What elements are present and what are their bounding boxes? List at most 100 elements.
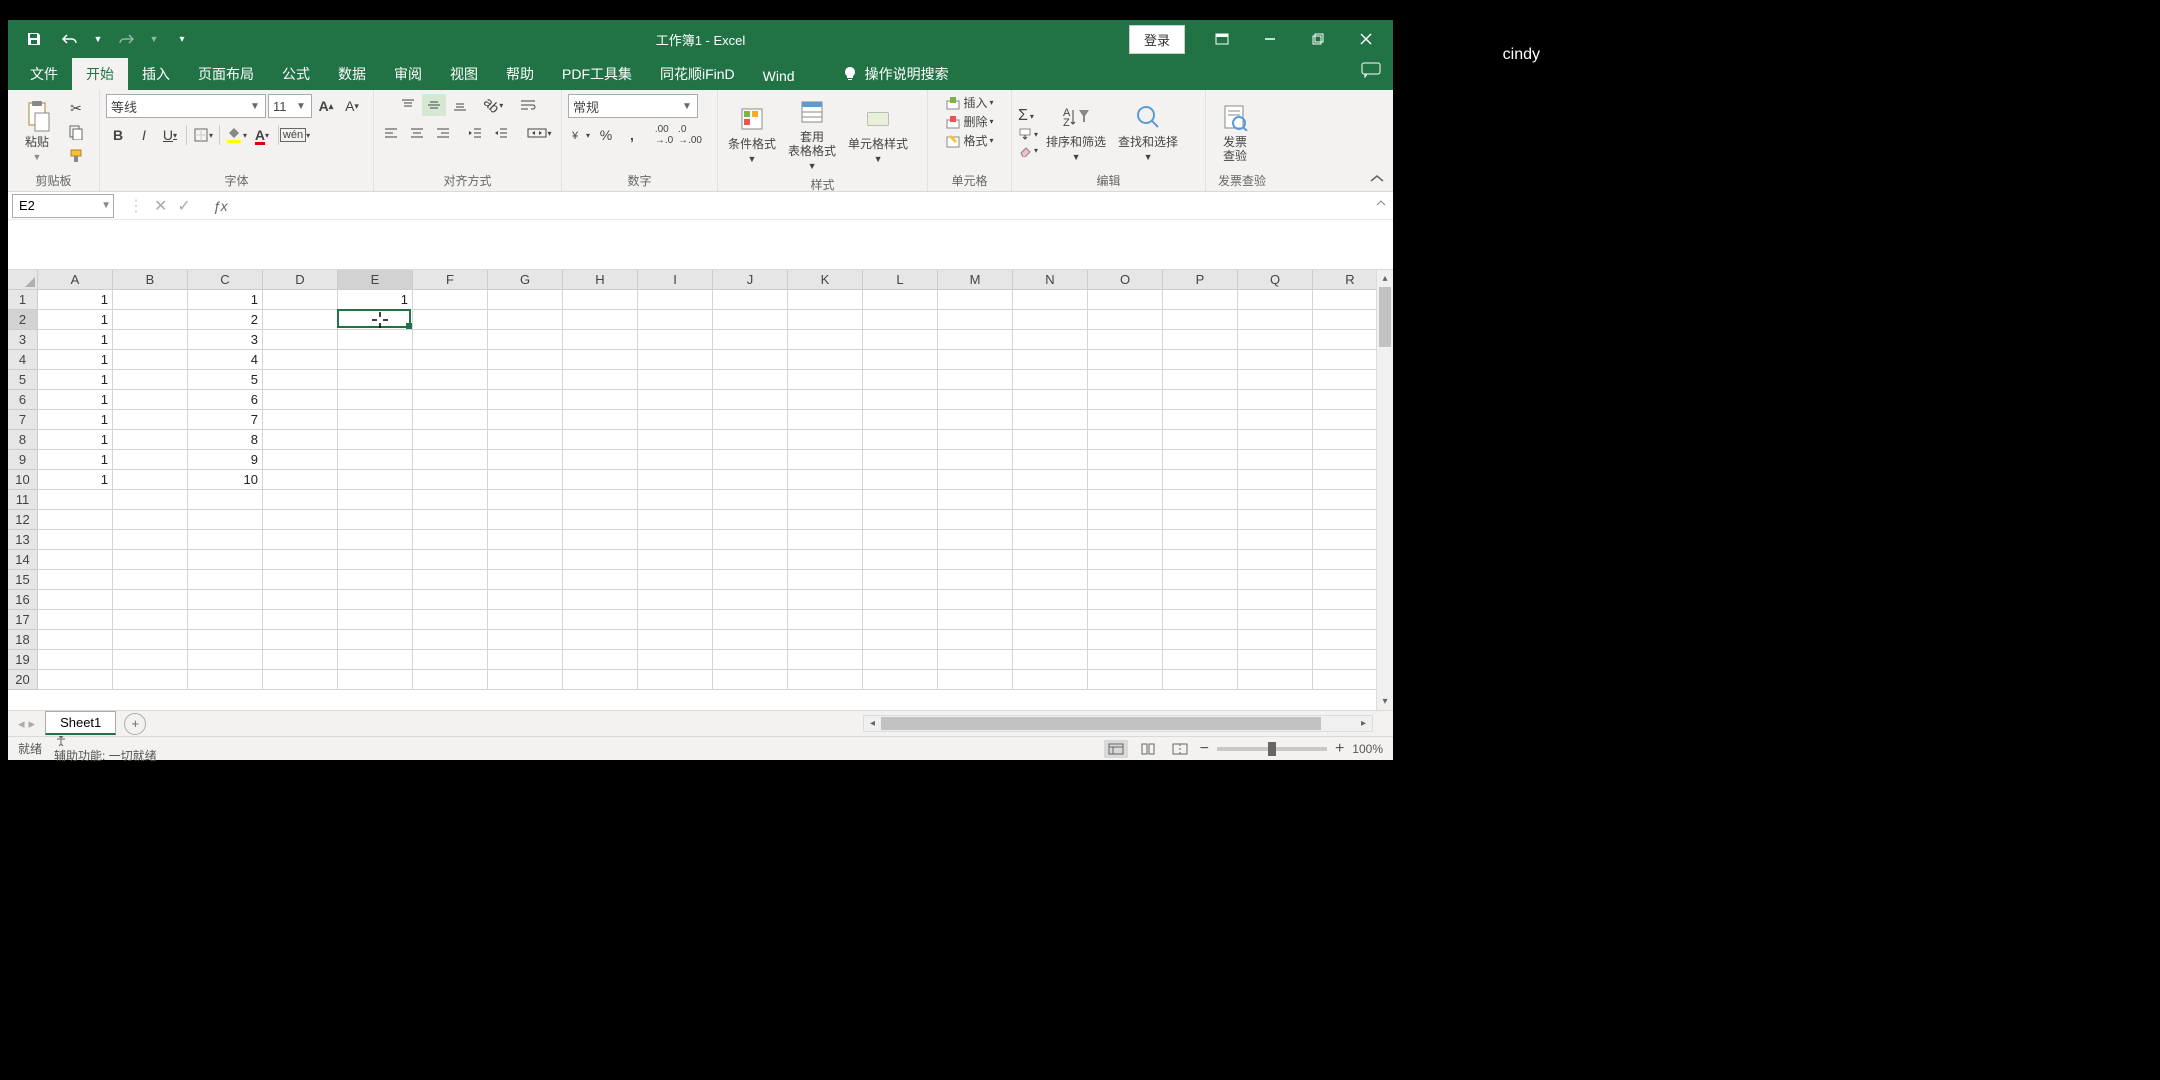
tab-formulas[interactable]: 公式 xyxy=(268,58,324,90)
cell[interactable] xyxy=(1238,530,1313,550)
cell[interactable] xyxy=(863,310,938,330)
cell[interactable] xyxy=(338,630,413,650)
cell[interactable] xyxy=(938,610,1013,630)
cell[interactable] xyxy=(1088,390,1163,410)
cell[interactable] xyxy=(113,610,188,630)
cell[interactable] xyxy=(938,670,1013,690)
italic-button[interactable]: I xyxy=(132,124,156,146)
row-header[interactable]: 5 xyxy=(8,370,38,390)
cell[interactable] xyxy=(863,630,938,650)
cell[interactable] xyxy=(113,470,188,490)
cell[interactable] xyxy=(563,610,638,630)
row-header[interactable]: 18 xyxy=(8,630,38,650)
cell[interactable]: 1 xyxy=(38,310,113,330)
bold-button[interactable]: B xyxy=(106,124,130,146)
orientation-button[interactable]: ab▾ xyxy=(482,94,506,116)
tab-view[interactable]: 视图 xyxy=(436,58,492,90)
cell[interactable] xyxy=(863,670,938,690)
cell-styles-button[interactable]: 单元格样式▼ xyxy=(844,101,912,166)
cell[interactable] xyxy=(1238,450,1313,470)
align-center-button[interactable] xyxy=(405,122,429,144)
expand-formula-bar-button[interactable] xyxy=(1375,198,1387,208)
cell[interactable] xyxy=(488,650,563,670)
enter-formula-button[interactable]: ✓ xyxy=(177,196,190,216)
cell[interactable] xyxy=(638,430,713,450)
column-header[interactable]: F xyxy=(413,270,488,290)
cell[interactable] xyxy=(713,650,788,670)
row-header[interactable]: 9 xyxy=(8,450,38,470)
cell[interactable] xyxy=(863,430,938,450)
cell[interactable]: 1 xyxy=(38,350,113,370)
cell[interactable] xyxy=(1163,450,1238,470)
cell[interactable] xyxy=(1088,670,1163,690)
cell[interactable] xyxy=(263,570,338,590)
cell[interactable] xyxy=(788,310,863,330)
login-button[interactable]: 登录 xyxy=(1129,25,1185,54)
cell[interactable] xyxy=(413,650,488,670)
cell[interactable] xyxy=(113,510,188,530)
cell[interactable] xyxy=(338,370,413,390)
cell[interactable] xyxy=(413,550,488,570)
column-header[interactable]: E xyxy=(338,270,413,290)
cell[interactable] xyxy=(788,450,863,470)
cell[interactable] xyxy=(1238,630,1313,650)
cell[interactable] xyxy=(563,550,638,570)
row-header[interactable]: 10 xyxy=(8,470,38,490)
cell[interactable] xyxy=(263,330,338,350)
cell[interactable] xyxy=(563,490,638,510)
cell[interactable] xyxy=(863,570,938,590)
merge-center-button[interactable]: ▾ xyxy=(523,122,557,144)
cell[interactable] xyxy=(1088,570,1163,590)
cell[interactable] xyxy=(488,490,563,510)
ribbon-display-icon[interactable] xyxy=(1199,20,1245,58)
cell[interactable] xyxy=(38,630,113,650)
cell[interactable] xyxy=(563,650,638,670)
cell[interactable] xyxy=(1238,390,1313,410)
cell[interactable] xyxy=(863,590,938,610)
minimize-button[interactable] xyxy=(1247,20,1293,58)
cell[interactable] xyxy=(413,290,488,310)
cell[interactable] xyxy=(563,410,638,430)
cell[interactable] xyxy=(713,570,788,590)
cell[interactable] xyxy=(338,590,413,610)
tab-home[interactable]: 开始 xyxy=(72,58,128,90)
cell[interactable] xyxy=(938,430,1013,450)
cell[interactable] xyxy=(413,470,488,490)
row-header[interactable]: 12 xyxy=(8,510,38,530)
cell[interactable] xyxy=(938,490,1013,510)
cell[interactable] xyxy=(563,630,638,650)
row-header[interactable]: 13 xyxy=(8,530,38,550)
cell[interactable] xyxy=(1163,510,1238,530)
cell[interactable] xyxy=(188,590,263,610)
column-header[interactable]: J xyxy=(713,270,788,290)
align-top-button[interactable] xyxy=(396,94,420,116)
cell[interactable] xyxy=(263,490,338,510)
collapse-ribbon-button[interactable] xyxy=(1369,173,1385,185)
cell[interactable] xyxy=(938,330,1013,350)
row-header[interactable]: 14 xyxy=(8,550,38,570)
tab-wind[interactable]: Wind xyxy=(749,62,809,90)
cell[interactable]: 2 xyxy=(188,310,263,330)
cell[interactable] xyxy=(488,410,563,430)
cell[interactable] xyxy=(638,450,713,470)
cell[interactable] xyxy=(263,410,338,430)
cell[interactable] xyxy=(188,530,263,550)
cell[interactable] xyxy=(1163,410,1238,430)
cell[interactable] xyxy=(938,350,1013,370)
cell[interactable] xyxy=(338,570,413,590)
zoom-level[interactable]: 100% xyxy=(1352,742,1383,756)
conditional-format-button[interactable]: 条件格式▼ xyxy=(724,101,780,166)
cell[interactable] xyxy=(713,670,788,690)
cell[interactable] xyxy=(788,290,863,310)
cell[interactable]: 1 xyxy=(38,290,113,310)
cell[interactable] xyxy=(563,290,638,310)
spreadsheet-grid[interactable]: ABCDEFGHIJKLMNOPQR 123456789101112131415… xyxy=(8,270,1393,710)
cell[interactable] xyxy=(338,670,413,690)
cell[interactable] xyxy=(1238,310,1313,330)
cell[interactable] xyxy=(488,550,563,570)
cell[interactable] xyxy=(1088,470,1163,490)
vscroll-thumb[interactable] xyxy=(1379,287,1391,347)
cell[interactable] xyxy=(1238,490,1313,510)
row-header[interactable]: 6 xyxy=(8,390,38,410)
cell[interactable] xyxy=(188,610,263,630)
